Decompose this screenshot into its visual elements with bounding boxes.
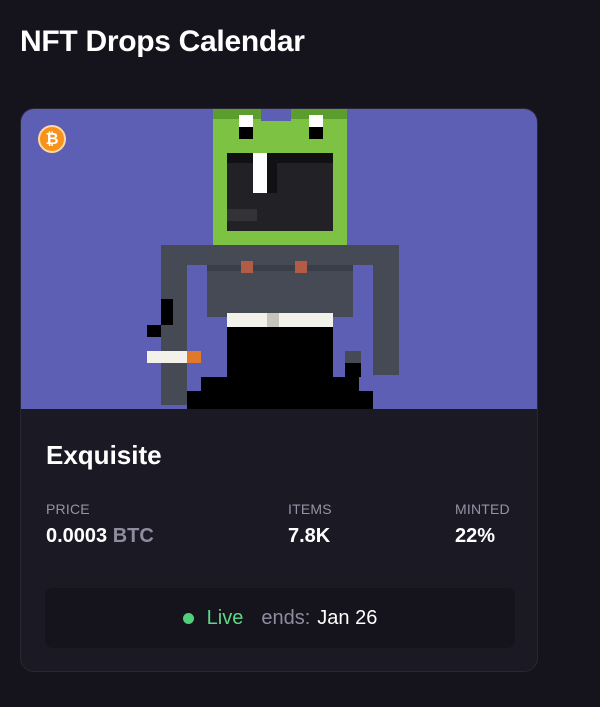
nft-drop-card[interactable]: ₿ Exquisite PRICE 0.0003 BTC ITEMS 7.8K … xyxy=(20,108,538,672)
nft-name[interactable]: Exquisite xyxy=(46,440,162,471)
live-status-dot-icon xyxy=(182,612,194,624)
ends-date: Jan 26 xyxy=(317,606,378,629)
page-title: NFT Drops Calendar xyxy=(20,25,305,58)
items-value: 7.8K xyxy=(288,525,331,547)
status-bar: Live ends: Jan 26 xyxy=(45,588,515,648)
bitcoin-icon: ₿ xyxy=(38,125,66,153)
ends-label: ends: xyxy=(261,606,311,629)
minted-label: MINTED xyxy=(455,501,510,517)
minted-value: 22% xyxy=(455,525,496,547)
card-body: Exquisite PRICE 0.0003 BTC ITEMS 7.8K MI… xyxy=(21,409,537,671)
items-label: ITEMS xyxy=(288,501,332,517)
price-stat: PRICE 0.0003 BTC xyxy=(46,501,154,548)
minted-stat: MINTED 22% xyxy=(455,501,510,548)
price-value-group: 0.0003 BTC xyxy=(46,525,154,548)
price-value: 0.0003 xyxy=(46,525,108,547)
items-stat: ITEMS 7.8K xyxy=(288,501,332,548)
price-label: PRICE xyxy=(46,501,90,517)
nft-artwork[interactable]: ₿ xyxy=(21,109,537,409)
pixel-art-image xyxy=(147,109,399,409)
price-unit: BTC xyxy=(112,525,154,547)
live-status-label: Live xyxy=(206,606,244,629)
